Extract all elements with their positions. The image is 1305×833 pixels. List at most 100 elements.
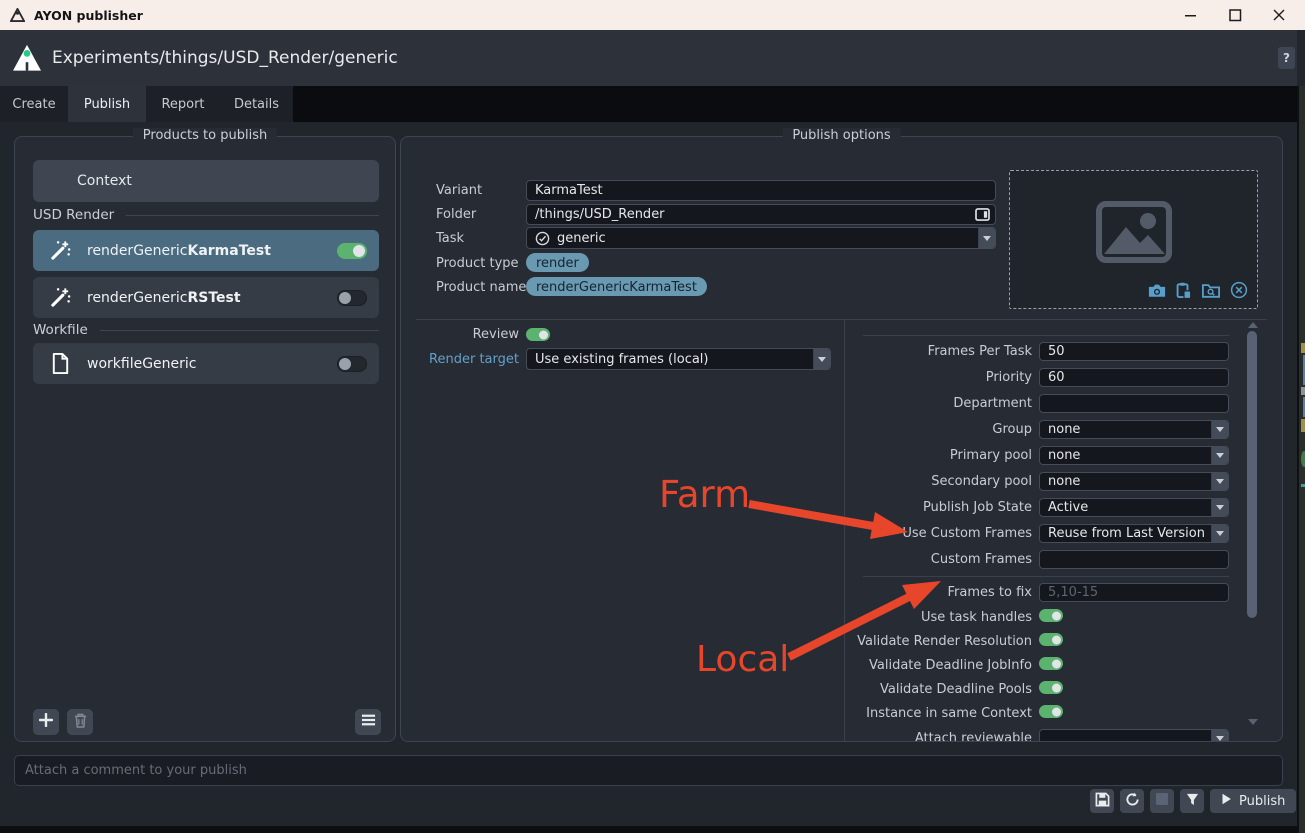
select-value: none <box>1048 422 1080 437</box>
publish-options-legend: Publish options <box>782 128 900 143</box>
filter-button[interactable] <box>1180 789 1204 813</box>
browse-thumbnail-icon[interactable] <box>1202 283 1220 302</box>
option-label: Primary pool <box>851 448 1032 463</box>
option-label: Instance in same Context <box>851 706 1032 721</box>
comment-input[interactable] <box>14 755 1283 786</box>
tab-details[interactable]: Details <box>220 86 293 122</box>
use-task-handles-toggle[interactable] <box>1039 609 1063 622</box>
attach-reviewable-select[interactable] <box>1039 729 1229 741</box>
instance-in-same-context-toggle[interactable] <box>1039 705 1063 718</box>
tab-label: Publish <box>84 97 130 112</box>
close-button[interactable] <box>1257 0 1301 30</box>
validate-deadline-pools-toggle[interactable] <box>1039 681 1063 694</box>
option-field <box>1039 705 1229 722</box>
background-app-sliver <box>1297 86 1305 833</box>
option-label: Custom Frames <box>851 552 1032 567</box>
review-toggle[interactable] <box>526 328 550 341</box>
option-row: Validate Render Resolution <box>851 633 1229 650</box>
ayon-logo-icon <box>12 44 42 76</box>
option-field: none <box>1039 472 1229 491</box>
plus-icon <box>39 713 53 731</box>
help-button[interactable]: ? <box>1278 47 1295 69</box>
product-item[interactable]: workfileGeneric <box>33 343 379 384</box>
select-value: Reuse from Last Version <box>1048 526 1205 541</box>
product-item-variant: KarmaTest <box>187 243 270 259</box>
task-check-icon <box>535 231 550 246</box>
screengrab-camera-icon[interactable] <box>1148 283 1166 302</box>
option-label: Validate Deadline JobInfo <box>851 658 1032 673</box>
render-target-dropdown-arrow <box>813 349 830 369</box>
group-select[interactable]: none <box>1039 420 1229 439</box>
toggle-knob <box>1052 707 1061 716</box>
remove-instance-button[interactable] <box>67 709 93 735</box>
product-item-name: renderGeneric <box>87 243 187 259</box>
tab-label: Details <box>234 97 279 112</box>
variant-label: Variant <box>436 183 482 198</box>
toggle-knob <box>1052 635 1061 644</box>
folder-browse-icon[interactable] <box>975 208 990 225</box>
clear-thumbnail-icon[interactable] <box>1230 281 1248 303</box>
validate-render-resolution-toggle[interactable] <box>1039 633 1063 646</box>
reset-button[interactable] <box>1120 789 1144 813</box>
save-button[interactable] <box>1090 789 1114 813</box>
validate-deadline-jobinfo-toggle[interactable] <box>1039 657 1063 670</box>
scrollbar-thumb[interactable] <box>1247 331 1257 618</box>
thumbnail-dropzone[interactable] <box>1009 170 1258 309</box>
publish-button[interactable]: Publish <box>1210 789 1296 813</box>
tab-publish[interactable]: Publish <box>68 86 146 122</box>
folder-input[interactable] <box>526 204 996 225</box>
tab-report[interactable]: Report <box>146 86 220 122</box>
paste-thumbnail-icon[interactable] <box>1176 282 1192 303</box>
group-divider-line <box>126 215 379 216</box>
product-enable-toggle[interactable] <box>337 290 367 306</box>
add-instance-button[interactable] <box>33 709 59 735</box>
context-breadcrumb: Experiments/things/USD_Render/generic <box>52 48 398 68</box>
department-input[interactable] <box>1039 394 1229 413</box>
group-divider-line <box>100 330 379 331</box>
wand-icon <box>48 239 72 263</box>
stop-button[interactable] <box>1150 789 1174 813</box>
scroll-up-arrow[interactable] <box>1248 322 1258 328</box>
context-item-button[interactable]: Context <box>33 160 379 202</box>
dropdown-arrow-icon <box>1211 525 1228 542</box>
option-label: Validate Deadline Pools <box>851 682 1032 697</box>
product-item[interactable]: renderGenericKarmaTest <box>33 230 379 271</box>
primary-pool-select[interactable]: none <box>1039 446 1229 465</box>
scroll-down-arrow[interactable] <box>1248 719 1258 725</box>
render-target-select[interactable]: Use existing frames (local) <box>526 348 831 370</box>
task-label: Task <box>436 231 464 246</box>
menu-icon <box>361 714 376 730</box>
secondary-pool-select[interactable]: none <box>1039 472 1229 491</box>
task-select[interactable]: generic <box>526 227 996 249</box>
product-enable-toggle[interactable] <box>337 356 367 372</box>
option-row: Use task handles <box>851 609 1229 626</box>
option-field: Reuse from Last Version <box>1039 524 1229 543</box>
dropdown-arrow-icon <box>1211 447 1228 464</box>
caret-icon <box>1216 453 1224 458</box>
product-list-view-button[interactable] <box>355 709 381 735</box>
toggle-knob <box>1052 659 1061 668</box>
product-name-label: Product name <box>436 280 526 295</box>
maximize-button[interactable] <box>1213 0 1257 30</box>
product-item[interactable]: renderGenericRSTest <box>33 277 379 318</box>
frames-to-fix-input[interactable] <box>1039 583 1229 602</box>
window-title: AYON publisher <box>34 8 143 23</box>
dropdown-arrow-icon <box>1211 730 1228 741</box>
minimize-button[interactable] <box>1169 0 1213 30</box>
render-target-value: Use existing frames (local) <box>535 352 709 367</box>
tab-bar-filler <box>293 86 1297 122</box>
toggle-knob <box>1052 611 1061 620</box>
product-enable-toggle[interactable] <box>337 243 367 259</box>
image-placeholder-icon <box>1096 201 1172 267</box>
variant-input[interactable] <box>526 180 996 201</box>
options-separator <box>416 319 1267 320</box>
frames-per-task-input[interactable] <box>1039 342 1229 361</box>
publish-job-state-select[interactable]: Active <box>1039 498 1229 517</box>
custom-frames-input[interactable] <box>1039 550 1229 569</box>
option-row: Frames to fix <box>851 583 1229 602</box>
tab-create[interactable]: Create <box>0 86 68 122</box>
caret-icon <box>1216 505 1224 510</box>
option-row: Custom Frames <box>851 550 1229 569</box>
priority-input[interactable] <box>1039 368 1229 387</box>
use-custom-frames-select[interactable]: Reuse from Last Version <box>1039 524 1229 543</box>
